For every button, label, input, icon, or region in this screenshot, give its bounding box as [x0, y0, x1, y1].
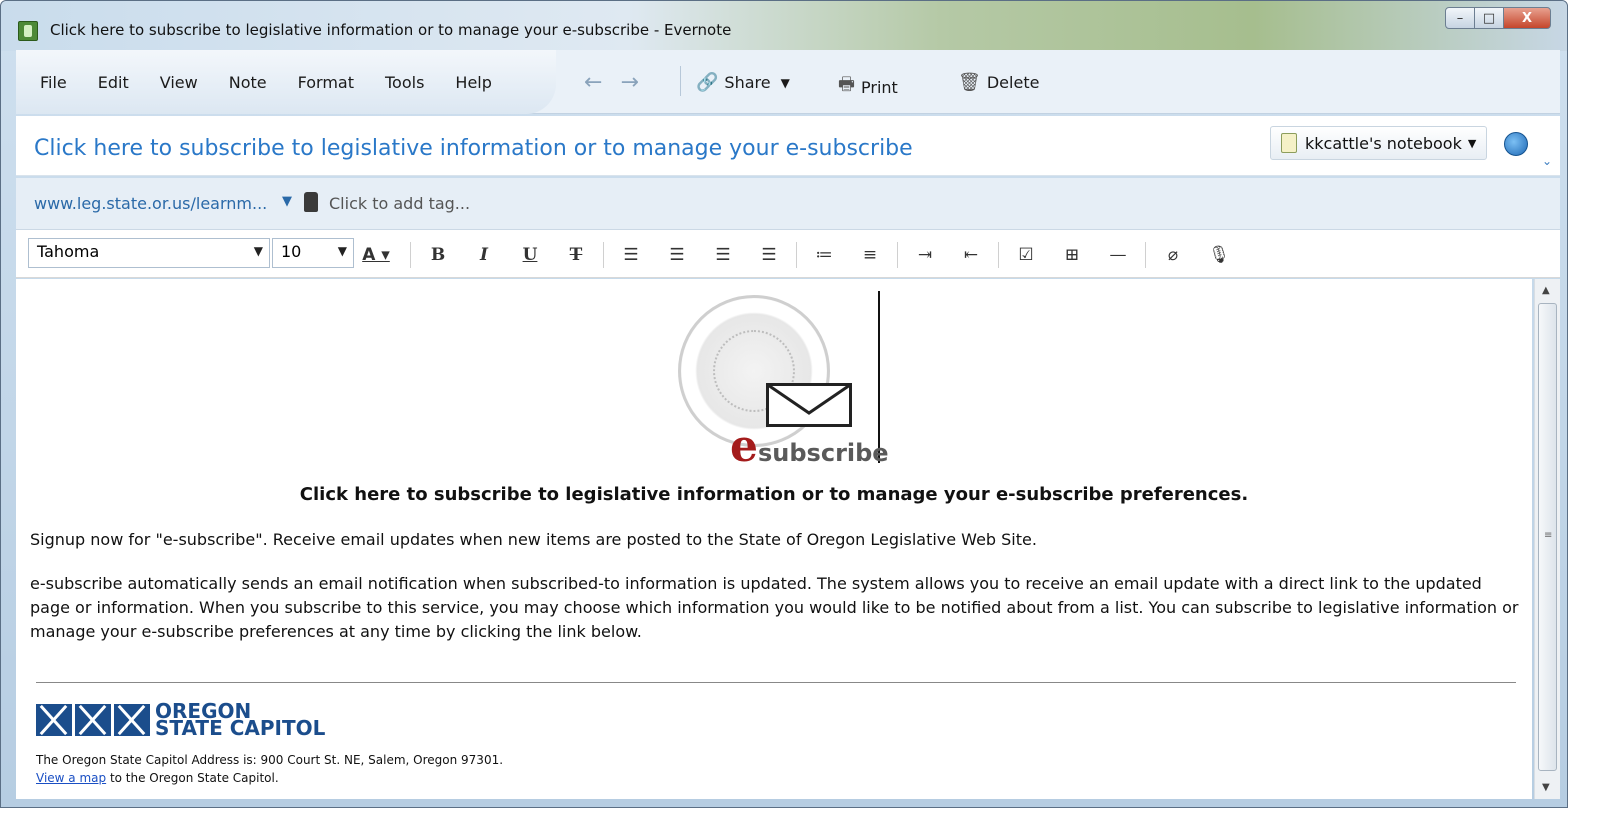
- window-controls: – □ X: [1445, 7, 1551, 29]
- divider: [36, 682, 1516, 683]
- note-body[interactable]: esubscribe Click here to subscribe to le…: [16, 279, 1532, 799]
- separator: [603, 242, 604, 268]
- checkbox-icon[interactable]: ☑: [1003, 245, 1049, 265]
- notebook-selector[interactable]: kkcattle's notebook ▼: [1270, 126, 1488, 160]
- format-icons: A ▾ B I U T ☰ ☰ ☰ ☰ ≔ ≡ ⇥ ⇤ ☑ ⊞ — ⌀ 🎙: [346, 240, 1242, 270]
- menu-tools[interactable]: Tools: [385, 73, 424, 92]
- view-map-link[interactable]: View a map: [36, 771, 106, 785]
- strikethrough-icon[interactable]: T: [553, 245, 599, 265]
- nav-arrows: ← →: [584, 70, 639, 95]
- tag-icon: [304, 192, 318, 212]
- printer-icon: 🖶: [838, 74, 855, 95]
- scroll-down-icon[interactable]: ▼: [1542, 782, 1550, 793]
- menu-toolbar: File Edit View Note Format Tools Help ← …: [16, 50, 1560, 114]
- table-icon[interactable]: ⊞: [1049, 245, 1095, 265]
- separator: [998, 242, 999, 268]
- scroll-up-icon[interactable]: ▲: [1542, 285, 1550, 296]
- capitol-logo-line2: STATE CAPITOL: [155, 716, 326, 740]
- italic-icon[interactable]: I: [461, 245, 507, 265]
- menu-edit[interactable]: Edit: [98, 73, 129, 92]
- map-line-text: to the Oregon State Capitol.: [106, 771, 279, 785]
- subscribe-headline-link[interactable]: Click here to subscribe to legislative i…: [16, 484, 1532, 505]
- esubscribe-logo-text: subscribe: [758, 439, 889, 467]
- delete-button[interactable]: 🗑 Delete: [958, 72, 1039, 93]
- attachment-icon[interactable]: ⌀: [1150, 245, 1196, 265]
- chevron-down-icon[interactable]: ⌄: [1542, 154, 1552, 168]
- signup-paragraph: Signup now for "e-subscribe". Receive em…: [30, 530, 1037, 549]
- share-dropdown-icon[interactable]: ▼: [781, 76, 790, 90]
- separator: [410, 242, 411, 268]
- description-paragraph: e-subscribe automatically sends an email…: [30, 574, 1519, 641]
- capitol-logo-mark: [75, 704, 111, 736]
- capitol-logo-mark: [36, 704, 72, 736]
- bullet-list-icon[interactable]: ≔: [801, 245, 847, 265]
- url-dropdown-icon[interactable]: ▼: [282, 194, 292, 209]
- capitol-address: The Oregon State Capitol Address is: 900…: [36, 753, 504, 767]
- source-url-link[interactable]: www.leg.state.or.us/learnm...: [34, 194, 267, 213]
- align-right-icon[interactable]: ☰: [700, 245, 746, 265]
- note-title-field[interactable]: Click here to subscribe to legislative i…: [34, 136, 913, 161]
- title-bar: Click here to subscribe to legislative i…: [1, 1, 1567, 51]
- font-size-select[interactable]: 10 ▼: [272, 238, 354, 268]
- capitol-logo-mark: [114, 704, 150, 736]
- separator: [897, 242, 898, 268]
- esubscribe-logo: esubscribe: [730, 421, 889, 472]
- font-family-value: Tahoma: [37, 242, 100, 261]
- font-family-select[interactable]: Tahoma ▼: [28, 238, 270, 268]
- print-button[interactable]: 🖶 Print: [838, 72, 898, 102]
- separator: [796, 242, 797, 268]
- notebook-name: kkcattle's notebook: [1305, 133, 1462, 153]
- font-color-icon[interactable]: A ▾: [346, 245, 406, 265]
- map-line: View a map to the Oregon State Capitol.: [36, 771, 279, 785]
- indent-icon[interactable]: ⇥: [902, 245, 948, 265]
- font-dropdown-icon: ▼: [253, 244, 263, 258]
- align-justify-icon[interactable]: ☰: [746, 245, 792, 265]
- format-toolbar: Tahoma ▼ 10 ▼ A ▾ B I U T ☰ ☰ ☰ ☰ ≔ ≡ ⇥ …: [16, 230, 1560, 278]
- forward-arrow-icon[interactable]: →: [620, 70, 638, 95]
- back-arrow-icon[interactable]: ←: [584, 70, 602, 95]
- horizontal-rule-icon[interactable]: —: [1095, 245, 1141, 265]
- maximize-button[interactable]: □: [1474, 7, 1504, 29]
- menu-view[interactable]: View: [160, 73, 198, 92]
- menu-format[interactable]: Format: [298, 73, 354, 92]
- oregon-capitol-logo: OREGON STATE CAPITOL: [36, 701, 326, 740]
- source-url-row: www.leg.state.or.us/learnm... ▼ Click to…: [16, 178, 1560, 230]
- bold-icon[interactable]: B: [415, 245, 461, 265]
- menu-note[interactable]: Note: [229, 73, 267, 92]
- outdent-icon[interactable]: ⇤: [948, 245, 994, 265]
- window-title: Click here to subscribe to legislative i…: [50, 21, 732, 39]
- font-size-value: 10: [281, 242, 302, 261]
- note-title-row: Click here to subscribe to legislative i…: [16, 116, 1560, 176]
- menu-bar: File Edit View Note Format Tools Help: [16, 50, 556, 114]
- underline-icon[interactable]: U: [507, 245, 553, 265]
- trash-icon: 🗑: [958, 72, 981, 93]
- share-button[interactable]: 🔗 Share ▼: [696, 72, 790, 93]
- capitol-logo-text: OREGON STATE CAPITOL: [155, 701, 326, 740]
- align-center-icon[interactable]: ☰: [654, 245, 700, 265]
- menu-file[interactable]: File: [40, 73, 67, 92]
- minimize-button[interactable]: –: [1445, 7, 1475, 29]
- paperclip-icon: 🔗: [696, 72, 719, 93]
- globe-icon[interactable]: [1504, 132, 1528, 156]
- esubscribe-logo-e: e: [730, 421, 758, 472]
- share-label: Share: [724, 73, 771, 92]
- delete-label: Delete: [986, 73, 1040, 92]
- notebook-icon: [1281, 133, 1297, 153]
- evernote-app-icon: [18, 21, 38, 41]
- scrollbar-grip-icon: ≡: [1544, 530, 1553, 541]
- menu-help[interactable]: Help: [455, 73, 491, 92]
- toolbar-separator: [680, 66, 681, 96]
- microphone-icon[interactable]: 🎙: [1196, 245, 1242, 265]
- close-button[interactable]: X: [1503, 7, 1551, 29]
- add-tag-field[interactable]: Click to add tag...: [329, 194, 470, 213]
- vertical-scrollbar[interactable]: ▲ ≡ ▼: [1534, 279, 1560, 799]
- scrollbar-thumb[interactable]: ≡: [1538, 303, 1557, 771]
- print-label: Print: [861, 77, 898, 97]
- notebook-dropdown-icon: ▼: [1467, 136, 1477, 150]
- align-left-icon[interactable]: ☰: [608, 245, 654, 265]
- numbered-list-icon[interactable]: ≡: [847, 245, 893, 265]
- separator: [1145, 242, 1146, 268]
